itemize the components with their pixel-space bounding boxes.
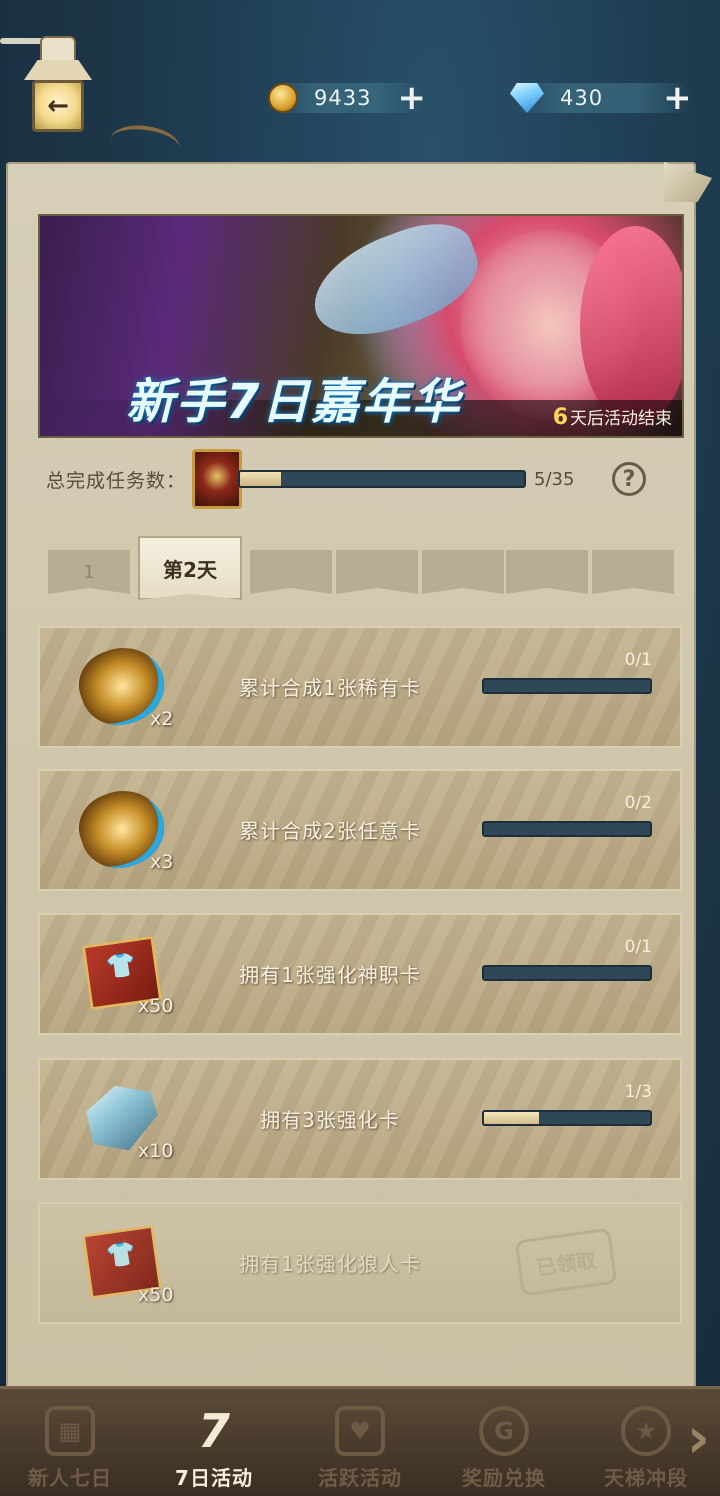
lantern-roof bbox=[24, 60, 92, 80]
nav-newbie-seven-days[interactable]: ▦ 新人七日 bbox=[0, 1389, 140, 1496]
gem-icon bbox=[510, 83, 544, 113]
task-progress-bar bbox=[482, 1110, 652, 1126]
back-lantern: ← bbox=[0, 28, 94, 140]
countdown-text: 天后活动结束 bbox=[570, 409, 672, 429]
total-tasks-label: 总完成任务数： bbox=[46, 469, 187, 492]
task-progress-bar bbox=[482, 678, 652, 694]
coin-display: 9433 + bbox=[268, 80, 426, 116]
lantern-cap bbox=[40, 36, 76, 62]
tab-day-7[interactable] bbox=[592, 550, 674, 594]
gem-amount: 430 bbox=[560, 86, 604, 110]
task-description: 拥有1张强化神职卡 bbox=[239, 963, 421, 987]
medal-icon: ★ bbox=[621, 1406, 671, 1456]
task-row[interactable]: x3 累计合成2张任意卡 0/2 bbox=[38, 769, 682, 891]
reward-quantity: x50 bbox=[138, 1284, 174, 1306]
total-progress-fill bbox=[240, 472, 281, 486]
task-count: 0/1 bbox=[624, 650, 652, 670]
total-progress-row: 总完成任务数： 5/35 ? bbox=[46, 444, 686, 514]
task-count: 1/3 bbox=[624, 1082, 652, 1102]
tab-day-6[interactable] bbox=[506, 550, 588, 594]
task-description: 拥有3张强化卡 bbox=[260, 1108, 400, 1132]
task-description: 拥有1张强化狼人卡 bbox=[239, 1252, 421, 1276]
gem-display: 430 + bbox=[510, 80, 692, 116]
reward-chest-icon[interactable] bbox=[192, 449, 243, 509]
tab-day-4[interactable] bbox=[336, 550, 418, 594]
task-count: 0/2 bbox=[624, 793, 652, 813]
task-count: 0/1 bbox=[624, 937, 652, 957]
task-row[interactable]: x10 拥有3张强化卡 1/3 bbox=[38, 1058, 682, 1180]
task-row[interactable]: x50 拥有1张强化神职卡 0/1 bbox=[38, 913, 682, 1035]
nav-seven-day-event[interactable]: 7 7日活动 bbox=[144, 1389, 284, 1496]
nav-active-events[interactable]: ♥ 活跃活动 bbox=[290, 1389, 430, 1496]
task-row[interactable]: x50 拥有1张强化狼人卡 已领取 bbox=[38, 1202, 682, 1324]
back-button[interactable]: ← bbox=[32, 80, 84, 132]
tab-day-2[interactable]: 第2天 bbox=[138, 536, 242, 600]
task-progress-bar bbox=[482, 821, 652, 837]
bottom-nav: ▦ 新人七日 7 7日活动 ♥ 活跃活动 G 奖励兑换 ★ 天梯冲段 bbox=[0, 1386, 720, 1496]
reward-quantity: x50 bbox=[138, 995, 174, 1017]
nav-reward-exchange[interactable]: G 奖励兑换 bbox=[434, 1389, 574, 1496]
countdown-days: 6 bbox=[552, 405, 568, 430]
coin-amount: 9433 bbox=[314, 86, 372, 110]
seven-wings-icon: 7 bbox=[197, 1404, 230, 1458]
coin-pill: 9433 + bbox=[268, 81, 426, 115]
nav-label: 活跃活动 bbox=[318, 1466, 402, 1490]
nav-more-arrow[interactable]: › bbox=[687, 1406, 710, 1471]
task-progress-bar bbox=[482, 965, 652, 981]
heart-ticket-icon: ♥ bbox=[335, 1406, 385, 1456]
reward-quantity: x3 bbox=[150, 851, 174, 873]
task-progress-fill bbox=[484, 1112, 540, 1124]
add-coins-button[interactable]: + bbox=[397, 81, 426, 115]
add-gems-button[interactable]: + bbox=[663, 81, 692, 115]
nav-label: 天梯冲段 bbox=[604, 1466, 688, 1490]
total-tasks-count: 5/35 bbox=[534, 468, 575, 490]
exchange-icon: G bbox=[479, 1406, 529, 1456]
banner-title: 新手7日嘉年华 bbox=[126, 374, 462, 430]
gem-pill: 430 + bbox=[510, 81, 692, 115]
coin-icon bbox=[268, 83, 298, 113]
claimed-stamp: 已领取 bbox=[514, 1227, 618, 1297]
event-countdown: 6 天后活动结束 bbox=[553, 404, 672, 430]
event-banner: 新手7日嘉年华 6 天后活动结束 bbox=[38, 214, 684, 438]
task-description: 累计合成1张稀有卡 bbox=[239, 676, 421, 700]
tab-day-1[interactable]: 1 bbox=[48, 550, 130, 594]
task-row[interactable]: x2 累计合成1张稀有卡 0/1 bbox=[38, 626, 682, 748]
banner-art-hair-right bbox=[580, 226, 682, 426]
tab-day-3[interactable] bbox=[250, 550, 332, 594]
help-button[interactable]: ? bbox=[612, 462, 647, 496]
tab-day-5[interactable] bbox=[422, 550, 504, 594]
reward-quantity: x2 bbox=[150, 708, 174, 730]
nav-label: 奖励兑换 bbox=[462, 1466, 546, 1490]
total-progress-bar bbox=[238, 470, 527, 488]
nav-label: 新人七日 bbox=[28, 1466, 112, 1490]
reward-quantity: x10 bbox=[138, 1140, 174, 1162]
task-description: 累计合成2张任意卡 bbox=[239, 819, 421, 843]
day-tabs: 1 第2天 bbox=[48, 536, 674, 600]
calendar-icon: ▦ bbox=[45, 1406, 95, 1456]
nav-label: 7日活动 bbox=[175, 1466, 253, 1490]
